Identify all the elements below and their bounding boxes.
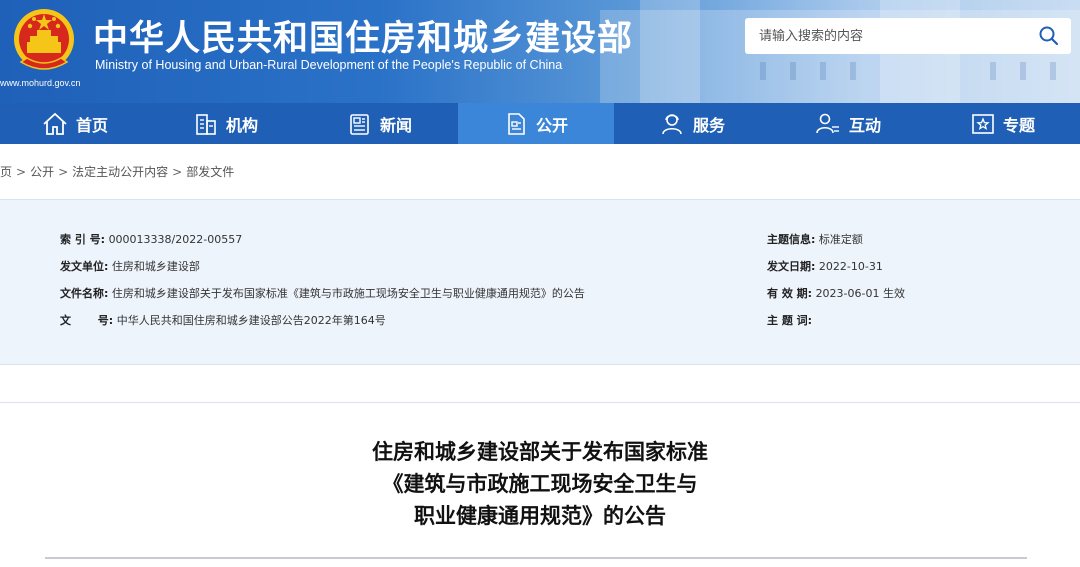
site-url: www.mohurd.gov.cn <box>0 78 81 88</box>
info-topic-label: 主题信息: <box>767 233 816 246</box>
site-title: 中华人民共和国住房和城乡建设部 <box>93 19 634 59</box>
article-title-line-1: 住房和城乡建设部关于发布国家标准 <box>372 440 708 464</box>
section-divider <box>0 402 1080 403</box>
info-validity-label: 有 效 期: <box>767 287 813 300</box>
info-keywords-label: 主 题 词: <box>767 314 813 327</box>
search-icon[interactable] <box>1037 24 1061 48</box>
info-validity: 有 效 期: 2023-06-01 生效 <box>767 285 905 301</box>
nav-item-service[interactable]: 服务 <box>614 103 770 144</box>
nav-item-organization[interactable]: 机构 <box>150 103 302 144</box>
nav-label-interaction: 互动 <box>848 115 881 135</box>
search-box <box>745 18 1071 54</box>
main-nav: 首页 机构 新闻 公开 服务 互动 专题 <box>0 103 1080 144</box>
nav-item-public[interactable]: 公开 <box>458 103 614 144</box>
site-header: 中华人民共和国住房和城乡建设部 Ministry of Housing and … <box>0 0 1080 103</box>
info-docnum-label: 文 号: <box>60 314 114 327</box>
article-title: 住房和城乡建设部关于发布国家标准 《建筑与市政施工现场安全卫生与 职业健康通用规… <box>0 436 1080 532</box>
info-keywords: 主 题 词: <box>767 312 816 328</box>
info-filename-value: 住房和城乡建设部关于发布国家标准《建筑与市政施工现场安全卫生与职业健康通用规范》… <box>111 287 585 300</box>
nav-item-news[interactable]: 新闻 <box>302 103 458 144</box>
info-index-label: 索 引 号: <box>60 233 106 246</box>
info-index: 索 引 号: 000013338/2022-00557 <box>60 231 242 247</box>
nav-item-topics[interactable]: 专题 <box>926 103 1080 144</box>
document-info-panel: 索 引 号: 000013338/2022-00557 发文单位: 住房和城乡建… <box>0 199 1080 365</box>
chat-person-icon <box>816 113 839 133</box>
home-icon <box>43 112 67 135</box>
nav-label-organization: 机构 <box>225 115 258 135</box>
nav-label-topics: 专题 <box>1002 115 1035 135</box>
info-index-value: 000013338/2022-00557 <box>108 233 243 246</box>
info-date: 发文日期: 2022-10-31 <box>767 258 883 274</box>
breadcrumb-home[interactable]: 首页 <box>0 163 12 180</box>
nav-label-home: 首页 <box>75 115 108 135</box>
breadcrumb: 首页>公开>法定主动公开内容>部发文件 <box>0 163 234 180</box>
breadcrumb-separator: > <box>172 165 183 179</box>
nav-item-home[interactable]: 首页 <box>0 103 150 144</box>
article-title-line-3: 职业健康通用规范》的公告 <box>414 504 666 528</box>
breadcrumb-separator: > <box>58 165 69 179</box>
national-emblem-icon <box>14 9 74 70</box>
nav-label-service: 服务 <box>692 115 725 135</box>
breadcrumb-public[interactable]: 公开 <box>30 163 54 180</box>
article-title-line-2: 《建筑与市政施工现场安全卫生与 <box>382 472 698 496</box>
info-filename: 文件名称: 住房和城乡建设部关于发布国家标准《建筑与市政施工现场安全卫生与职业健… <box>60 285 585 301</box>
info-issuer: 发文单位: 住房和城乡建设部 <box>60 258 200 274</box>
nav-label-news: 新闻 <box>379 115 412 135</box>
search-input[interactable] <box>745 18 1025 54</box>
breadcrumb-documents[interactable]: 部发文件 <box>186 163 234 180</box>
nav-item-interaction[interactable]: 互动 <box>770 103 926 144</box>
info-issuer-label: 发文单位: <box>60 260 109 273</box>
info-topic: 主题信息: 标准定额 <box>767 231 863 247</box>
title-divider <box>45 557 1027 559</box>
info-validity-value: 2023-06-01 生效 <box>815 287 905 300</box>
service-icon <box>662 113 682 134</box>
info-topic-value: 标准定额 <box>818 233 863 246</box>
breadcrumb-separator: > <box>16 165 27 179</box>
info-docnum: 文 号: 中华人民共和国住房和城乡建设部公告2022年第164号 <box>60 312 386 328</box>
info-issuer-value: 住房和城乡建设部 <box>111 260 200 273</box>
star-box-icon <box>972 113 994 134</box>
info-docnum-value: 中华人民共和国住房和城乡建设部公告2022年第164号 <box>116 314 386 327</box>
breadcrumb-statutory[interactable]: 法定主动公开内容 <box>72 163 168 180</box>
building-icon <box>196 113 216 135</box>
document-icon <box>508 112 525 135</box>
info-date-label: 发文日期: <box>767 260 816 273</box>
nav-label-public: 公开 <box>535 115 568 135</box>
info-date-value: 2022-10-31 <box>818 260 883 273</box>
newspaper-icon <box>350 113 369 135</box>
info-filename-label: 文件名称: <box>60 287 109 300</box>
site-subtitle: Ministry of Housing and Urban-Rural Deve… <box>95 58 563 72</box>
